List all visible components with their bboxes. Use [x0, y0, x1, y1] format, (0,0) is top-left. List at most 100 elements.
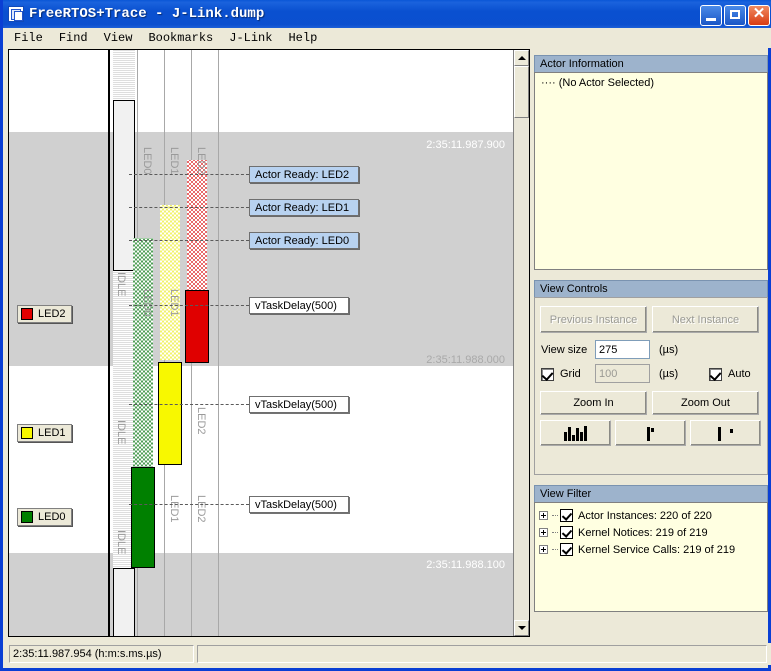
legend-label: LED1 — [38, 427, 66, 439]
menu-file[interactable]: File — [6, 29, 51, 47]
maximize-button[interactable] — [724, 4, 746, 26]
callout-leader-line — [129, 504, 249, 505]
scroll-up-arrow[interactable] — [514, 50, 529, 66]
actor-information-title: Actor Information — [534, 55, 768, 72]
menu-view[interactable]: View — [96, 29, 141, 47]
scrollbar-track[interactable] — [514, 66, 529, 620]
view-controls-panel: View Controls Previous Instance Next Ins… — [534, 280, 768, 475]
grid-input[interactable]: 100 — [595, 364, 650, 383]
application-window: FreeRTOS+Trace - J-Link.dump ✕ File Find… — [0, 0, 771, 671]
expand-plus-icon[interactable] — [539, 545, 548, 554]
timestamp-label: 2:35:11.988.100 — [426, 559, 505, 571]
trace-bar-led1-solid[interactable] — [158, 362, 182, 465]
status-bar: 2:35:11.987.954 (h:m:s.ms.µs) — [6, 643, 771, 665]
menu-jlink[interactable]: J-Link — [221, 29, 280, 47]
lane-label: IDLE — [115, 530, 127, 555]
trace-bar-led0-ready[interactable] — [133, 238, 153, 467]
bars-dense-icon — [564, 425, 587, 441]
event-callout[interactable]: Actor Ready: LED2 — [249, 166, 359, 183]
bars-sparse-icon — [718, 425, 733, 441]
view-size-unit: (µs) — [659, 344, 679, 356]
menu-bookmarks[interactable]: Bookmarks — [140, 29, 221, 47]
event-callout[interactable]: vTaskDelay(500) — [249, 396, 349, 413]
grid-checkbox[interactable] — [541, 368, 554, 381]
filter-row-actor-instances[interactable]: Actor Instances: 220 of 220 — [539, 507, 763, 524]
zoom-out-button[interactable]: Zoom Out — [652, 391, 759, 415]
checkbox-checked-icon[interactable] — [560, 543, 573, 556]
legend-item-led2[interactable]: LED2 — [17, 305, 72, 323]
trace-bar-led2-solid[interactable] — [185, 290, 209, 363]
legend-color-swatch — [21, 308, 33, 320]
lane-label: LED2 — [195, 147, 207, 175]
bars-dense-icon-button[interactable] — [540, 420, 611, 446]
callout-leader-line — [129, 207, 249, 208]
view-size-input[interactable]: 275 — [595, 340, 650, 359]
legend-color-swatch — [21, 511, 33, 523]
auto-checkbox[interactable] — [709, 368, 722, 381]
scroll-down-arrow[interactable] — [514, 620, 529, 636]
idle-execution-block[interactable] — [113, 568, 135, 636]
close-button[interactable]: ✕ — [748, 4, 770, 26]
actor-information-body[interactable]: ···· (No Actor Selected) — [534, 72, 768, 270]
lane-separator — [108, 50, 110, 636]
view-controls-title: View Controls — [534, 280, 768, 297]
lane-label: LED0 — [141, 289, 153, 317]
trace-bar-led0-solid[interactable] — [131, 467, 155, 568]
trace-vertical-scrollbar[interactable] — [513, 50, 529, 636]
auto-label: Auto — [728, 368, 751, 380]
lane-label: IDLE — [115, 420, 127, 445]
trace-band — [9, 276, 513, 366]
menu-find[interactable]: Find — [51, 29, 96, 47]
lane-label: IDLE — [115, 272, 127, 297]
expand-plus-icon[interactable] — [539, 511, 548, 520]
tree-connector — [552, 531, 558, 534]
close-icon: ✕ — [752, 4, 766, 22]
view-controls-body: Previous Instance Next Instance View siz… — [534, 297, 768, 475]
previous-instance-button[interactable]: Previous Instance — [540, 306, 647, 333]
view-filter-body[interactable]: Actor Instances: 220 of 220 Kernel Notic… — [534, 502, 768, 612]
trace-canvas[interactable]: IDLE IDLE IDLE LED0 LED1 LED2 LED0 LED1 LED2 LED1… — [9, 50, 513, 636]
next-instance-button[interactable]: Next Instance — [652, 306, 759, 333]
lane-label: LED2 — [195, 407, 207, 435]
event-callout[interactable]: vTaskDelay(500) — [249, 496, 349, 513]
legend-item-led0[interactable]: LED0 — [17, 508, 72, 526]
lane-label: LED0 — [141, 147, 153, 175]
legend-item-led1[interactable]: LED1 — [17, 424, 72, 442]
trace-view[interactable]: IDLE IDLE IDLE LED0 LED1 LED2 LED0 LED1 LED2 LED1… — [8, 49, 530, 637]
callout-leader-line — [129, 174, 249, 175]
idle-execution-block[interactable] — [113, 100, 135, 271]
grid-label: Grid — [560, 368, 581, 380]
checkbox-checked-icon[interactable] — [560, 509, 573, 522]
minimize-button[interactable] — [700, 4, 722, 26]
filter-row-kernel-service-calls[interactable]: Kernel Service Calls: 219 of 219 — [539, 541, 763, 558]
lane-label: LED1 — [168, 495, 180, 523]
view-filter-title: View Filter — [534, 485, 768, 502]
expand-plus-icon[interactable] — [539, 528, 548, 537]
scrollbar-thumb[interactable] — [514, 66, 529, 118]
trace-bar-led2-ready[interactable] — [187, 160, 207, 290]
checkbox-checked-icon[interactable] — [560, 526, 573, 539]
view-filter-panel: View Filter Actor Instances: 220 of 220 … — [534, 485, 768, 612]
status-time: 2:35:11.987.954 (h:m:s.ms.µs) — [9, 645, 194, 663]
event-callout[interactable]: Actor Ready: LED1 — [249, 199, 359, 216]
grid-unit: (µs) — [659, 368, 679, 380]
bars-medium-icon-button[interactable] — [615, 420, 686, 446]
timestamp-label: 2:35:11.988.000 — [426, 354, 505, 366]
app-window-icon — [8, 6, 24, 22]
trace-bar-led1-ready[interactable] — [160, 205, 180, 360]
menu-bar: File Find View Bookmarks J-Link Help — [6, 28, 771, 48]
bars-medium-icon — [647, 425, 654, 441]
tree-connector — [552, 514, 558, 517]
filter-row-kernel-notices[interactable]: Kernel Notices: 219 of 219 — [539, 524, 763, 541]
actor-information-panel: Actor Information ···· (No Actor Selecte… — [534, 55, 768, 270]
event-callout[interactable]: vTaskDelay(500) — [249, 297, 349, 314]
legend-label: LED2 — [38, 308, 66, 320]
menu-help[interactable]: Help — [280, 29, 325, 47]
event-callout[interactable]: Actor Ready: LED0 — [249, 232, 359, 249]
zoom-in-button[interactable]: Zoom In — [540, 391, 647, 415]
callout-leader-line — [129, 404, 249, 405]
bars-sparse-icon-button[interactable] — [690, 420, 761, 446]
callout-leader-line — [129, 240, 249, 241]
actor-information-text: ···· (No Actor Selected) — [541, 77, 655, 89]
callout-leader-line — [129, 305, 249, 306]
